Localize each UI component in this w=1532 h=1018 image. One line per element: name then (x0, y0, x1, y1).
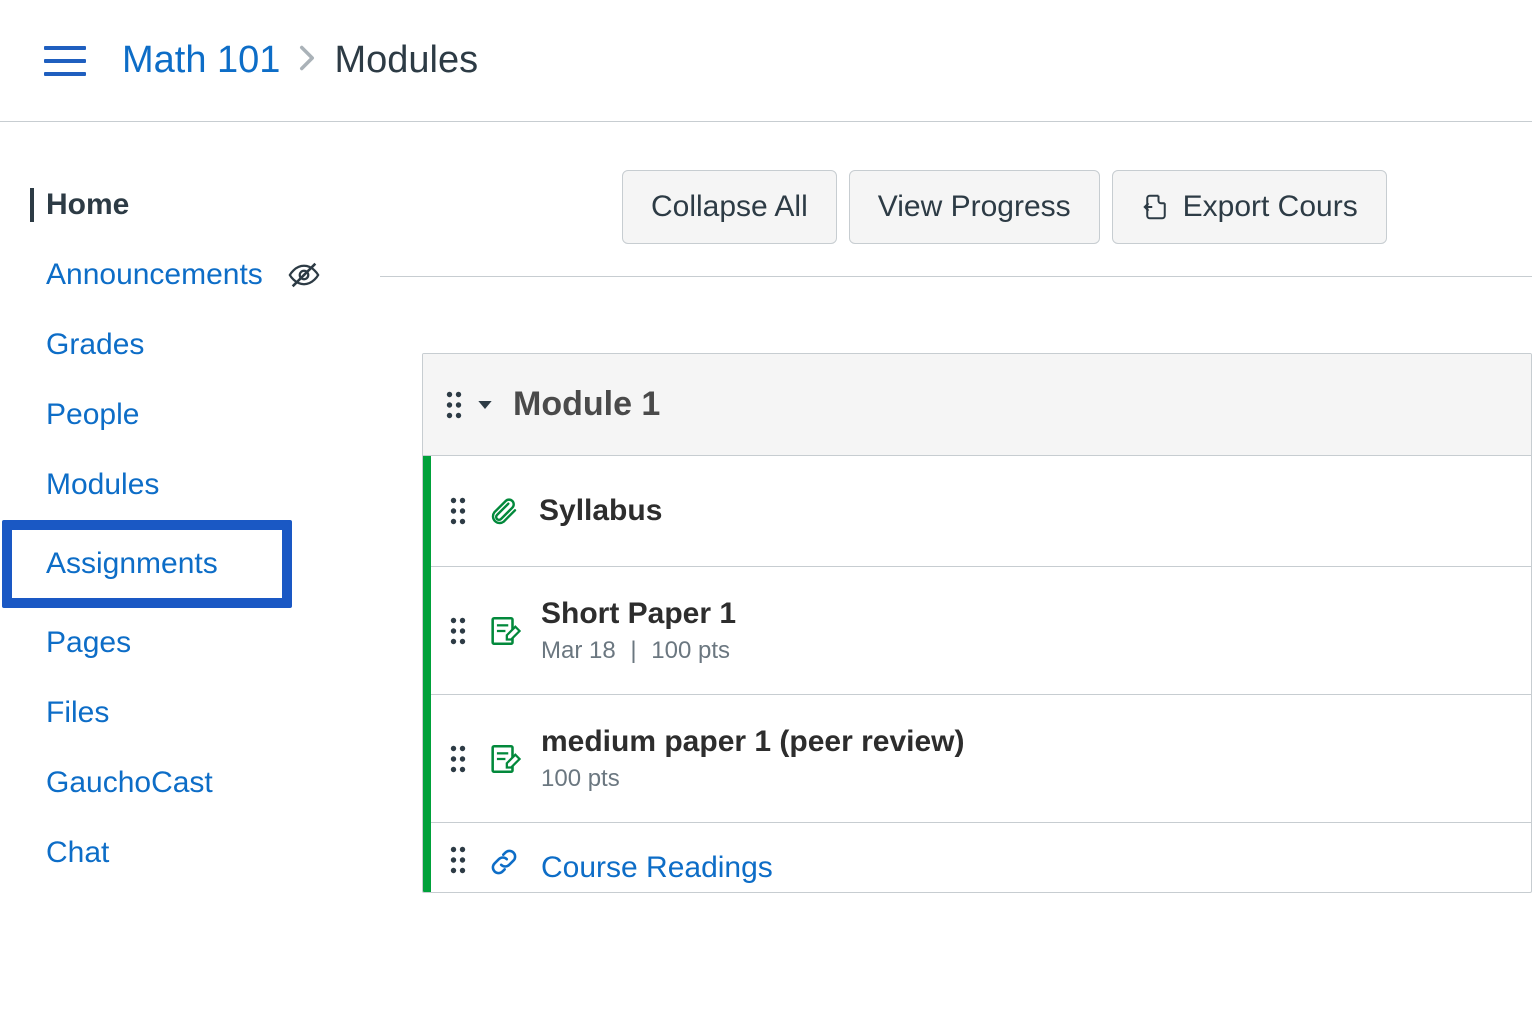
button-label: View Progress (878, 190, 1071, 224)
item-text: Short Paper 1 Mar 18 | 100 pts (541, 591, 736, 671)
item-pts: 100 pts (541, 765, 620, 792)
collapse-all-button[interactable]: Collapse All (622, 170, 837, 244)
nav-item-people[interactable]: People (30, 380, 380, 450)
nav-label: Grades (46, 328, 144, 361)
caret-down-icon[interactable] (477, 399, 493, 411)
drag-handle-icon[interactable] (449, 744, 467, 774)
nav-item-modules[interactable]: Modules (30, 450, 380, 520)
module-item[interactable]: Short Paper 1 Mar 18 | 100 pts (431, 566, 1531, 694)
nav-item-assignments[interactable]: Assignments (2, 520, 292, 608)
item-title: Short Paper 1 (541, 597, 736, 631)
modules-list: Module 1 Syllabus (380, 353, 1532, 893)
module-items: Syllabus Short Paper 1 (423, 456, 1531, 892)
item-text: medium paper 1 (peer review) 100 pts (541, 719, 965, 799)
topbar: Math 101 Modules (0, 0, 1532, 122)
item-title: medium paper 1 (peer review) (541, 725, 965, 759)
module-title: Module 1 (507, 385, 660, 424)
button-label: Collapse All (651, 190, 808, 224)
module-item[interactable]: Course Readings (431, 822, 1531, 892)
nav-item-chat[interactable]: Chat (30, 818, 380, 888)
hamburger-menu-icon[interactable] (44, 46, 86, 76)
breadcrumb: Math 101 Modules (122, 39, 478, 82)
module-item[interactable]: Syllabus (431, 456, 1531, 566)
course-nav: Home Announcements Grades People Modules… (0, 122, 380, 1018)
assignment-icon (487, 614, 521, 648)
link-icon (487, 845, 521, 879)
main: Collapse All View Progress Export Cours (380, 122, 1532, 1018)
breadcrumb-course-link[interactable]: Math 101 (122, 39, 280, 82)
breadcrumb-current: Modules (334, 39, 478, 82)
meta-separator: | (622, 637, 644, 665)
item-text: Course Readings (541, 845, 773, 891)
button-label: Export Cours (1183, 190, 1358, 224)
item-pts: 100 pts (651, 637, 730, 664)
nav-label: Chat (46, 836, 109, 869)
item-title: Syllabus (539, 494, 662, 528)
nav-label: People (46, 398, 139, 431)
drag-handle-icon[interactable] (449, 845, 467, 875)
export-course-button[interactable]: Export Cours (1112, 170, 1387, 244)
drag-handle-icon[interactable] (445, 390, 463, 420)
drag-handle-icon[interactable] (449, 496, 467, 526)
item-meta: Mar 18 | 100 pts (541, 637, 736, 665)
item-title: Course Readings (541, 851, 773, 885)
item-text: Syllabus (539, 488, 662, 534)
hidden-eye-icon (287, 258, 321, 292)
chevron-right-icon (298, 44, 316, 78)
nav-item-home[interactable]: Home (30, 170, 380, 240)
module: Module 1 Syllabus (422, 353, 1532, 893)
view-progress-button[interactable]: View Progress (849, 170, 1100, 244)
item-due: Mar 18 (541, 637, 616, 664)
nav-label: Home (30, 188, 129, 222)
paperclip-icon (487, 495, 519, 527)
nav-item-announcements[interactable]: Announcements (30, 240, 380, 310)
content: Home Announcements Grades People Modules… (0, 122, 1532, 1018)
nav-item-grades[interactable]: Grades (30, 310, 380, 380)
nav-label: Pages (46, 626, 131, 659)
nav-label: Assignments (46, 547, 218, 580)
nav-label: Announcements (46, 258, 263, 291)
nav-label: Files (46, 696, 109, 729)
assignment-icon (487, 742, 521, 776)
module-header[interactable]: Module 1 (423, 354, 1531, 456)
nav-label: Modules (46, 468, 159, 501)
module-item[interactable]: medium paper 1 (peer review) 100 pts (431, 694, 1531, 822)
item-meta: 100 pts (541, 765, 965, 793)
toolbar-divider (380, 276, 1532, 277)
export-icon (1141, 192, 1171, 222)
nav-item-pages[interactable]: Pages (30, 608, 380, 678)
toolbar: Collapse All View Progress Export Cours (380, 170, 1532, 244)
nav-label: GauchoCast (46, 766, 213, 799)
nav-item-files[interactable]: Files (30, 678, 380, 748)
drag-handle-icon[interactable] (449, 616, 467, 646)
nav-item-gauchocast[interactable]: GauchoCast (30, 748, 380, 818)
